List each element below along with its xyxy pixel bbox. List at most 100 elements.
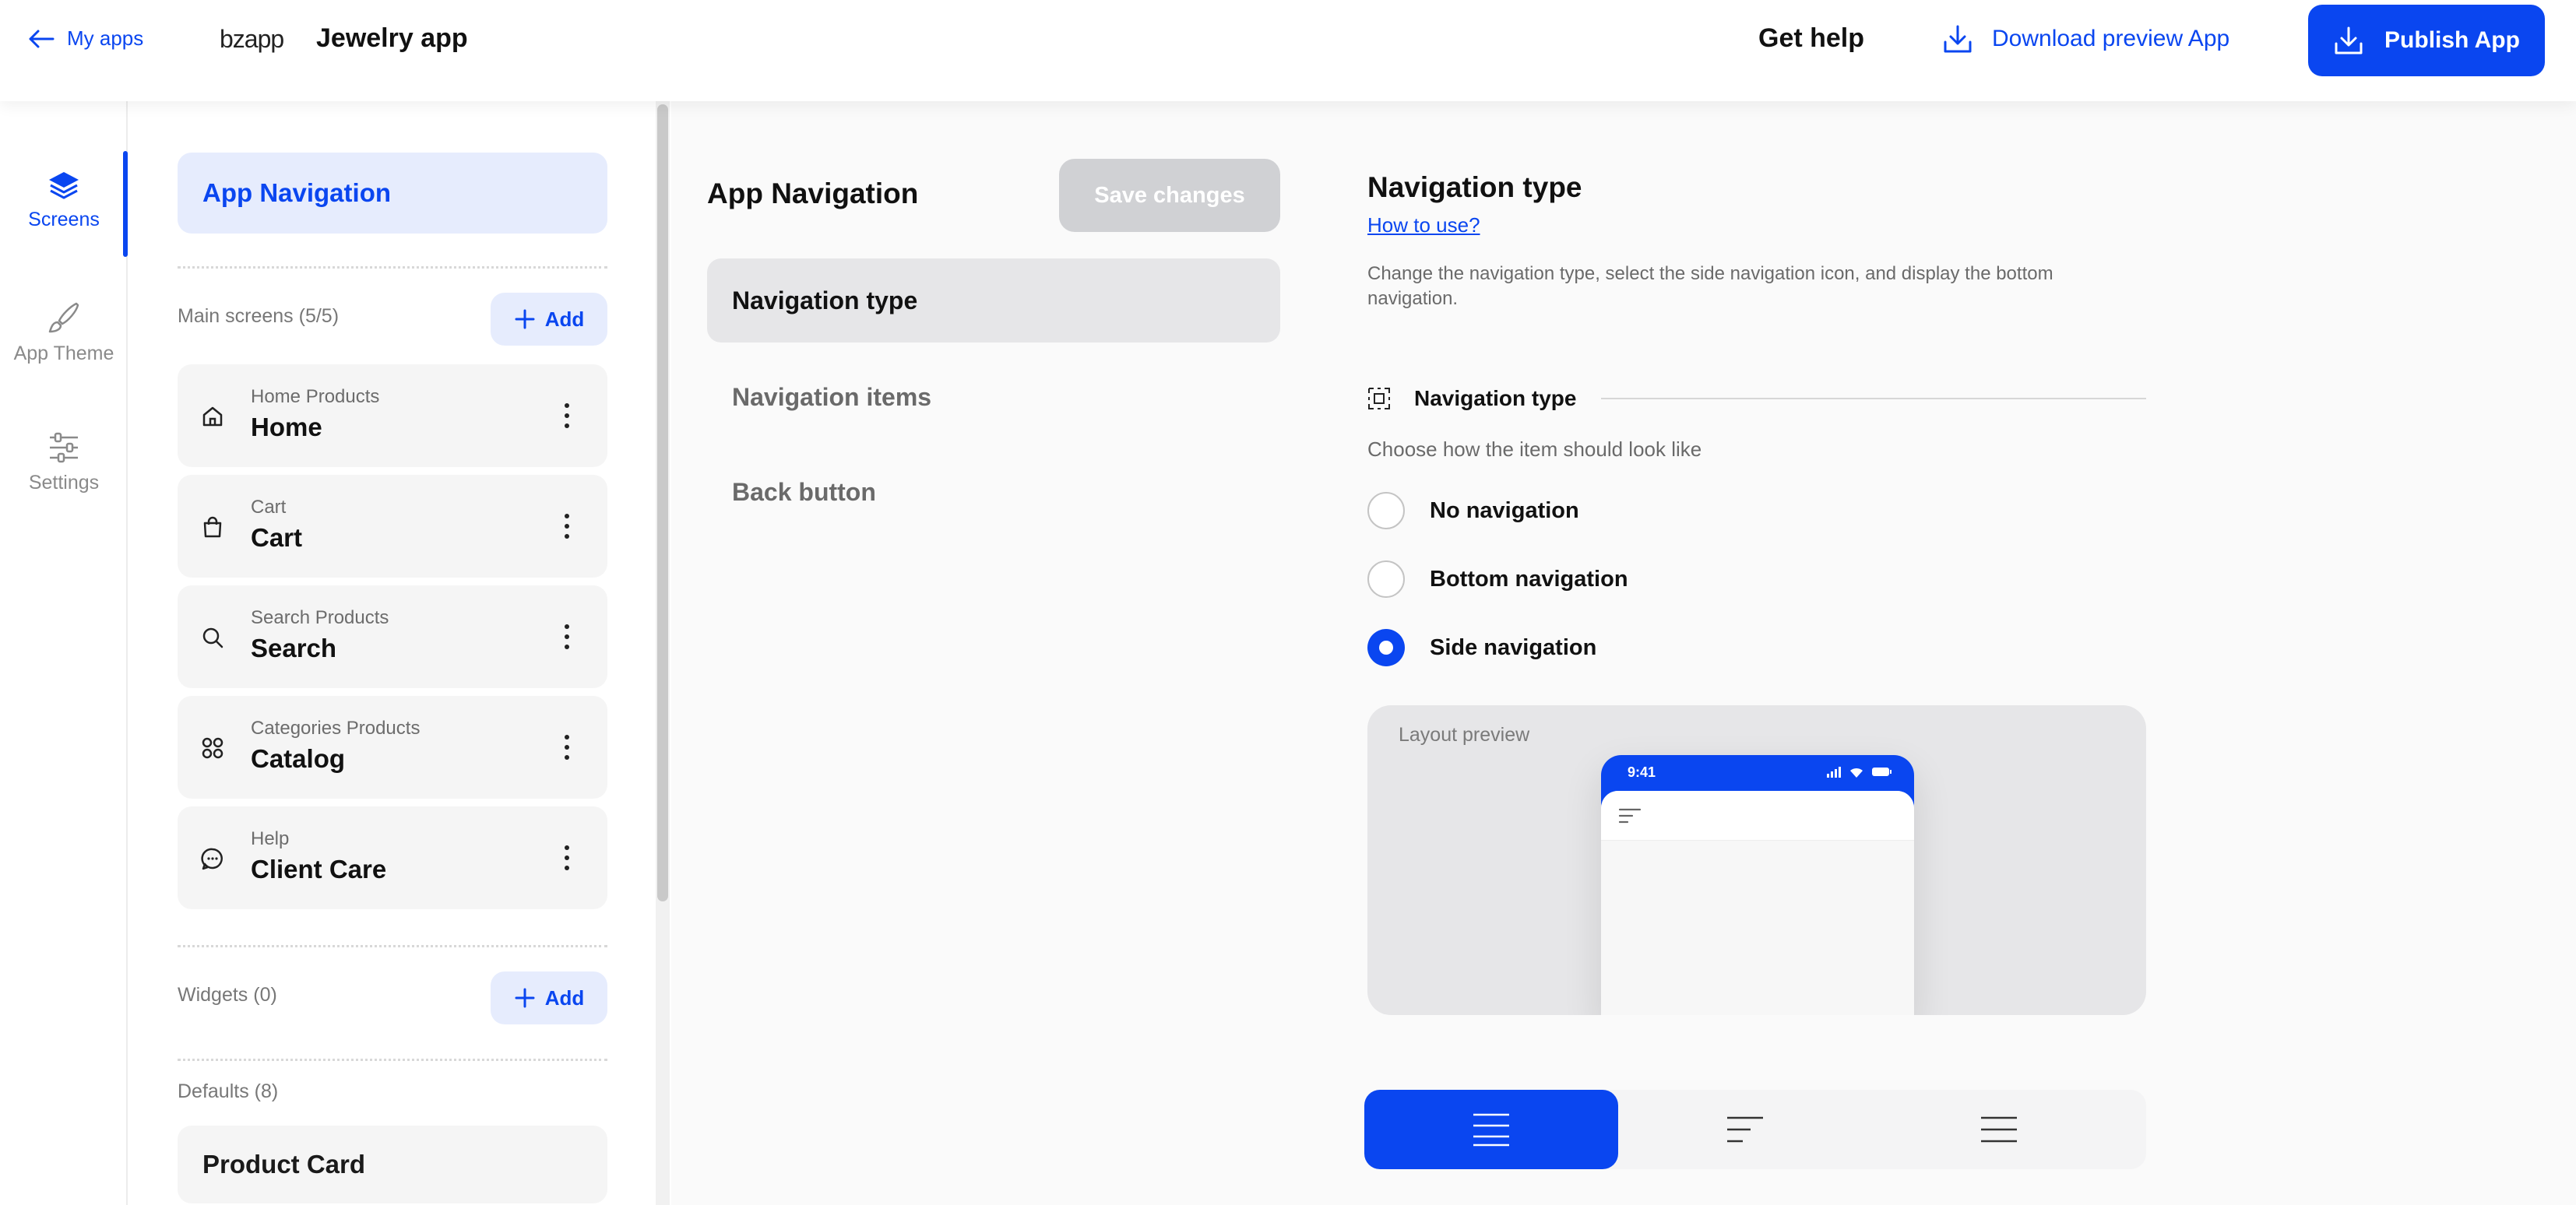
defaults-label: Defaults (8): [178, 1080, 279, 1102]
phone-screen: [1601, 791, 1914, 1015]
save-changes-button[interactable]: Save changes: [1059, 159, 1280, 232]
back-label: My apps: [67, 26, 144, 50]
more-options-icon[interactable]: [551, 503, 582, 550]
download-icon: [1944, 25, 1972, 53]
menu-item-back-button[interactable]: Back button: [707, 450, 1280, 534]
divider: [1601, 398, 2146, 399]
layout-option-left[interactable]: [1618, 1090, 1872, 1169]
screen-title: Client Care: [251, 855, 387, 884]
plus-icon: [515, 988, 535, 1008]
publish-label: Publish App: [2384, 27, 2520, 53]
more-options-icon[interactable]: [551, 834, 582, 881]
screen-subtitle: Search Products: [251, 607, 389, 628]
phone-time: 9:41: [1628, 764, 1656, 780]
more-options-icon[interactable]: [551, 613, 582, 660]
download-preview-button[interactable]: Download preview App: [1942, 23, 2229, 54]
divider: [178, 1059, 607, 1061]
add-screen-button[interactable]: Add: [491, 293, 607, 346]
rail-label-settings: Settings: [28, 472, 100, 494]
screen-title: Cart: [251, 523, 303, 552]
publish-app-button[interactable]: Publish App: [2308, 5, 2545, 76]
rail-item-screens[interactable]: Screens: [0, 151, 128, 257]
layout-option-wide[interactable]: [1364, 1090, 1618, 1169]
rail-label-app-theme: App Theme: [13, 343, 114, 364]
phone-app-bar: [1601, 791, 1914, 841]
more-options-icon[interactable]: [551, 392, 582, 439]
back-to-apps-link[interactable]: My apps: [28, 26, 143, 51]
rail-label-screens: Screens: [28, 209, 100, 230]
radio-circle: [1367, 560, 1405, 598]
brush-icon: [48, 302, 79, 333]
radio-label: No navigation: [1430, 497, 1579, 523]
divider: [178, 266, 607, 269]
download-label: Download preview App: [1992, 26, 2230, 51]
screen-subtitle: Home Products: [251, 386, 380, 407]
sliders-icon: [50, 432, 78, 463]
menu-item-navigation-type[interactable]: Navigation type: [707, 258, 1280, 343]
layout-style-selector: [1364, 1090, 2146, 1169]
search-icon: [202, 627, 223, 648]
radio-label: Side navigation: [1430, 634, 1597, 660]
top-bar: My apps bzapp Jewelry app Get help Downl…: [0, 0, 2576, 101]
screen-item-client-care[interactable]: Help Client Care: [178, 806, 607, 909]
plus-icon: [515, 309, 535, 329]
hamburger-icon: [1618, 808, 1642, 824]
menu-left-icon: [1727, 1116, 1763, 1143]
screen-title: Home: [251, 413, 322, 441]
main-screens-label: Main screens (5/5): [178, 305, 340, 327]
side-rail: Screens App Theme Settings: [0, 101, 128, 1205]
radio-no-navigation[interactable]: No navigation: [1367, 492, 1579, 529]
more-options-icon[interactable]: [551, 724, 582, 771]
screen-title: Catalog: [251, 744, 346, 773]
layout-preview: Layout preview 9:41: [1367, 705, 2146, 1015]
radio-side-navigation[interactable]: Side navigation: [1367, 629, 1596, 666]
widgets-label: Widgets (0): [178, 984, 277, 1006]
radio-label: Bottom navigation: [1430, 566, 1628, 592]
navigation-type-heading: Navigation type: [1367, 383, 2146, 414]
subsection-title: Navigation type: [1414, 386, 1577, 410]
screen-subtitle: Help: [251, 828, 290, 849]
radio-bottom-navigation[interactable]: Bottom navigation: [1367, 560, 1628, 598]
screen-subtitle: Categories Products: [251, 718, 421, 739]
screen-title: Search: [251, 634, 337, 662]
section-title: Navigation type: [1367, 171, 1582, 203]
screen-item-home[interactable]: Home Products Home: [178, 364, 607, 467]
screen-item-cart[interactable]: Cart Cart: [178, 475, 607, 578]
bag-icon: [203, 516, 222, 538]
scrollbar-thumb[interactable]: [657, 104, 668, 901]
app-name: Jewelry app: [316, 23, 468, 53]
radio-circle-selected: [1367, 629, 1405, 666]
screen-item-catalog[interactable]: Categories Products Catalog: [178, 696, 607, 799]
preview-label: Layout preview: [1399, 724, 1530, 746]
rail-item-settings[interactable]: Settings: [0, 431, 128, 494]
how-to-use-link[interactable]: How to use?: [1367, 213, 1480, 237]
menu-wide-icon: [1473, 1113, 1509, 1147]
add-label: Add: [544, 307, 585, 331]
phone-mockup: 9:41: [1601, 755, 1914, 1015]
app-navigation-card[interactable]: App Navigation: [178, 153, 607, 234]
add-label: Add: [544, 985, 585, 1010]
section-hint: Choose how the item should look like: [1367, 437, 1702, 461]
add-widget-button[interactable]: Add: [491, 971, 607, 1024]
screen-item-search[interactable]: Search Products Search: [178, 585, 607, 688]
menu-lines-icon: [1981, 1116, 2017, 1143]
download-icon: [2335, 26, 2363, 54]
status-icons: [1827, 767, 1892, 778]
chat-icon: [201, 848, 223, 870]
home-icon: [202, 406, 223, 427]
brand-logo: bzapp: [220, 25, 284, 53]
menu-item-navigation-items[interactable]: Navigation items: [707, 355, 1280, 439]
layout-option-lines[interactable]: [1872, 1090, 2126, 1169]
layers-icon: [49, 172, 79, 199]
page-title: App Navigation: [707, 177, 919, 209]
get-help-link[interactable]: Get help: [1758, 23, 1864, 54]
rail-item-app-theme[interactable]: App Theme: [0, 300, 128, 365]
section-description: Change the navigation type, select the s…: [1367, 263, 2053, 309]
screen-subtitle: Cart: [251, 497, 287, 518]
screens-panel: App Navigation Main screens (5/5) Add Ho…: [128, 101, 657, 1205]
divider: [178, 945, 607, 947]
radio-circle: [1367, 492, 1405, 529]
arrow-left-icon: [29, 30, 55, 47]
grid-icon: [202, 737, 223, 759]
default-item-product-card[interactable]: Product Card: [178, 1126, 607, 1203]
